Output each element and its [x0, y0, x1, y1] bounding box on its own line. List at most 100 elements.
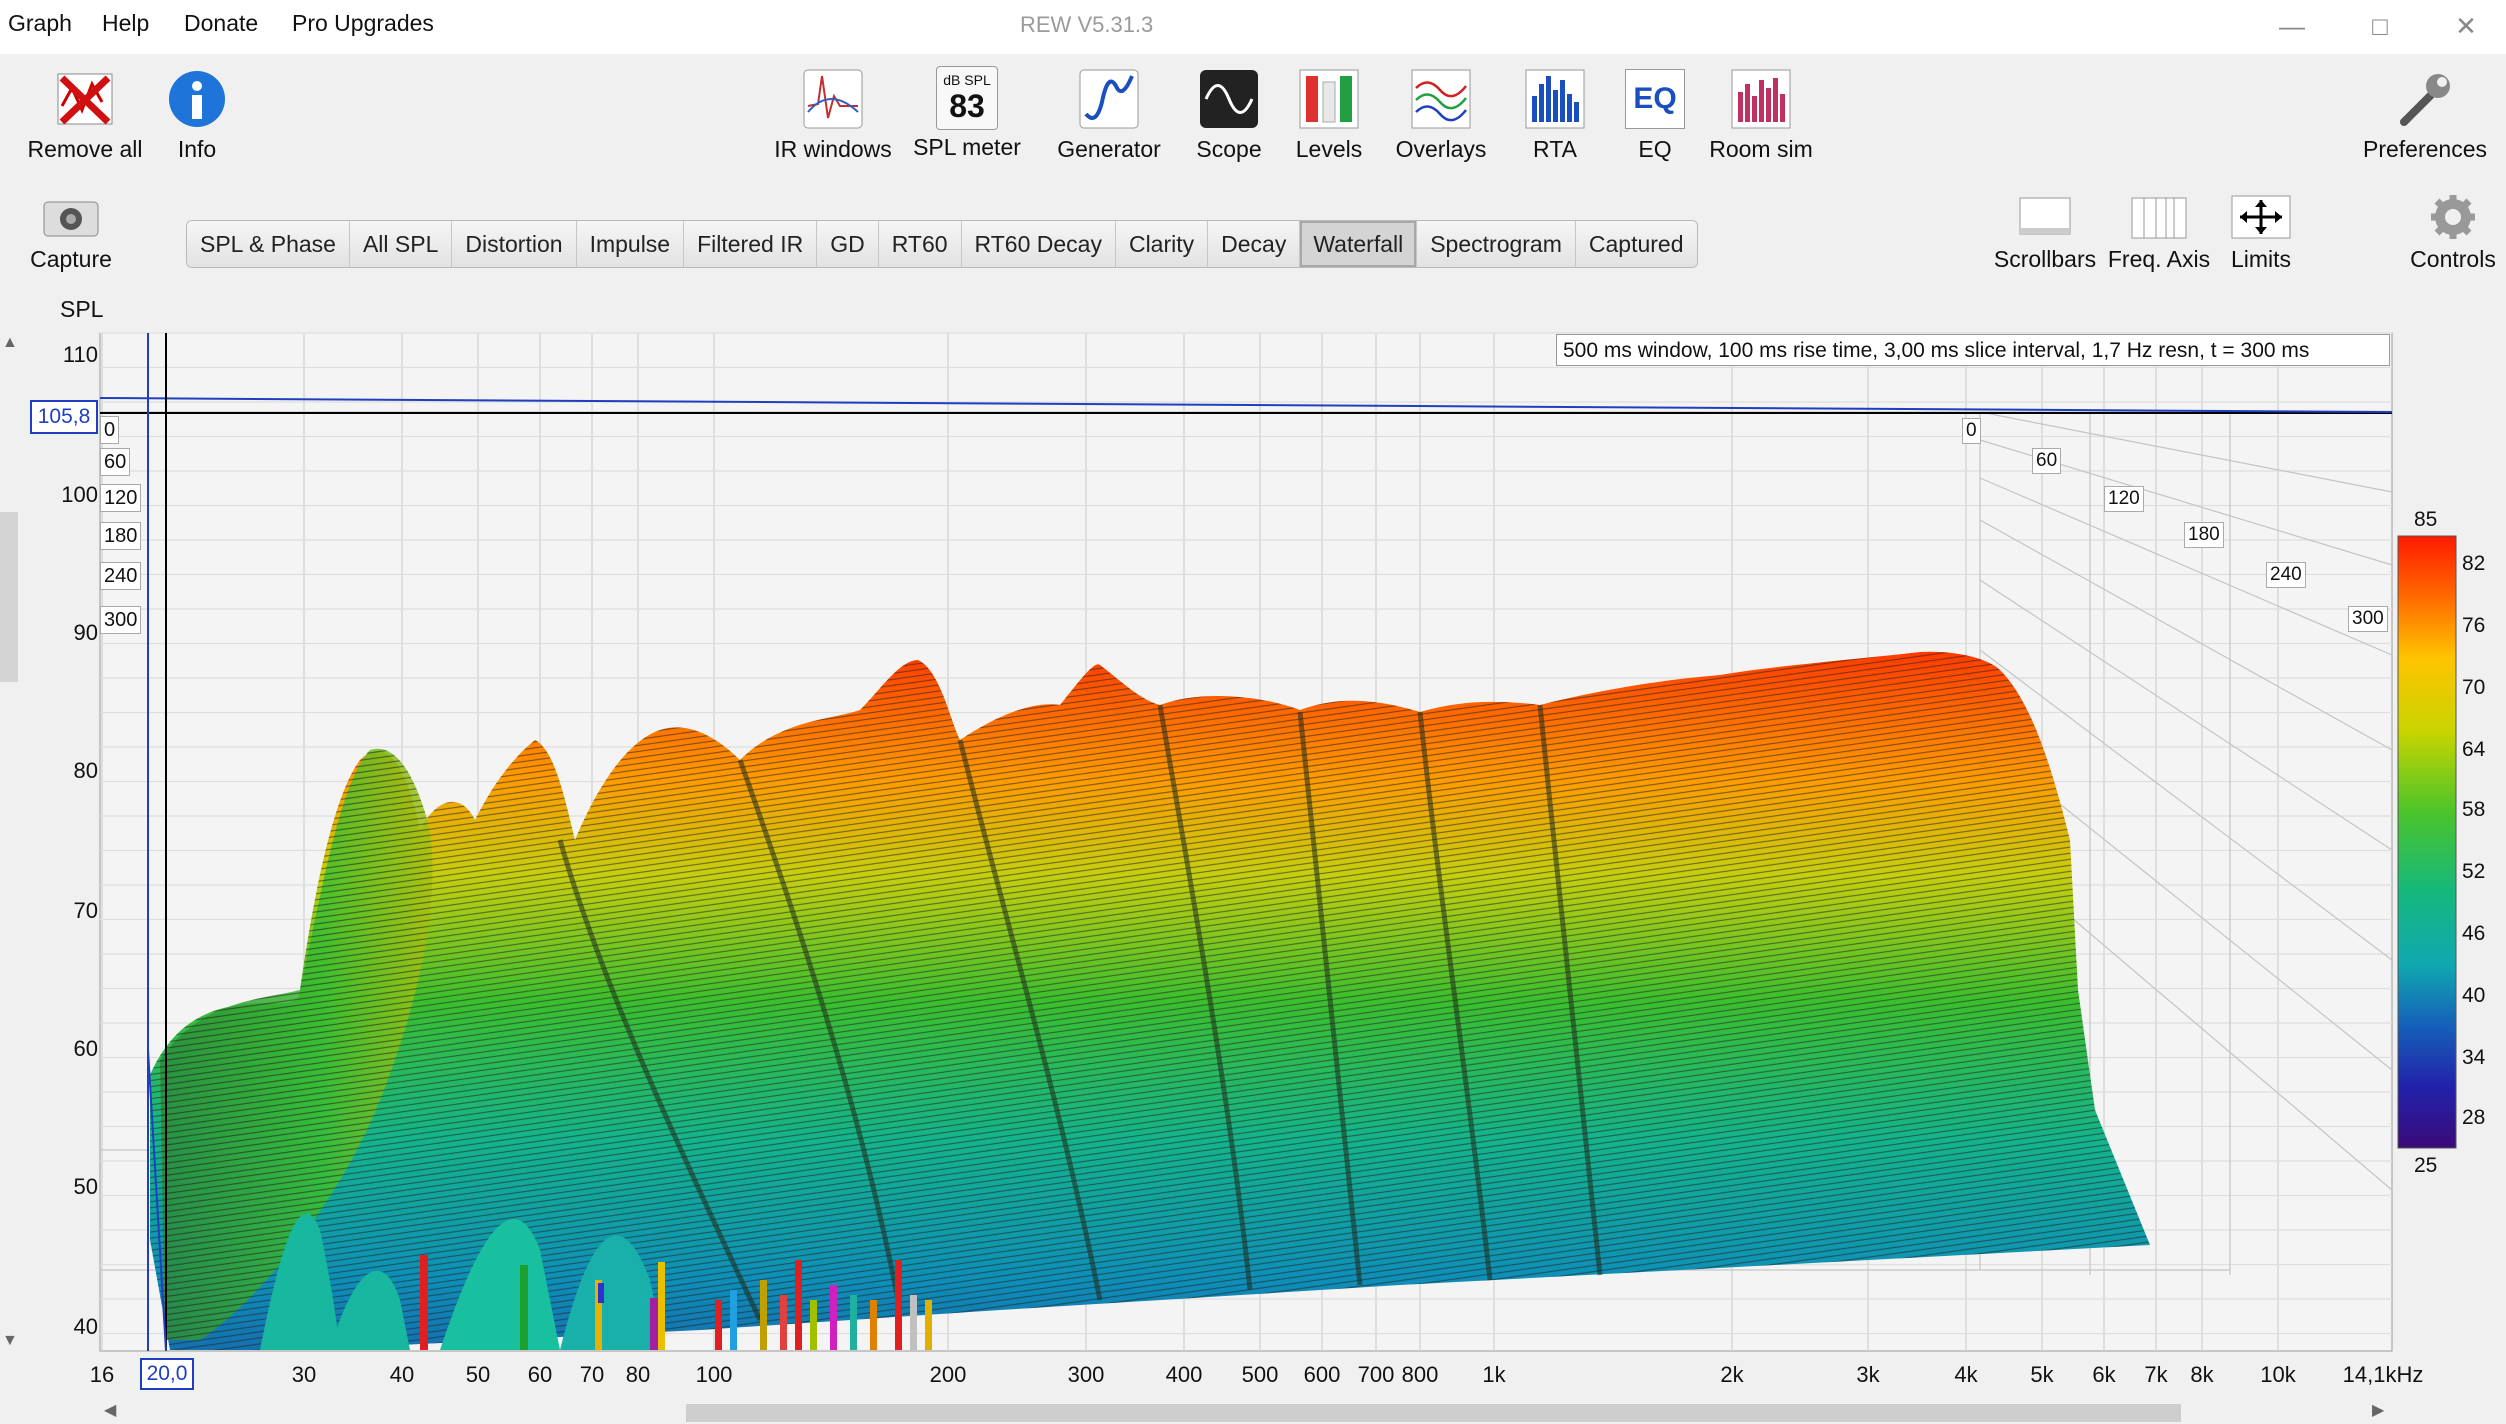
x-tick: 10k — [2260, 1362, 2296, 1387]
x-tick: 7k — [2144, 1362, 2168, 1387]
scroll-right-icon[interactable]: ▶ — [2372, 1400, 2384, 1420]
x-tick: 100 — [695, 1362, 733, 1387]
limits-arrows-icon — [2228, 192, 2294, 242]
x-tick: 500 — [1241, 1362, 1279, 1387]
x-tick: 200 — [929, 1362, 967, 1387]
time-label-right: 240 — [2266, 562, 2306, 588]
time-label-left: 60 — [100, 448, 131, 476]
tab-rt60-decay[interactable]: RT60 Decay — [961, 221, 1116, 267]
info-icon — [164, 66, 230, 132]
tab-captured[interactable]: Captured — [1575, 221, 1697, 267]
x-tick: 70 — [579, 1362, 605, 1387]
close-icon[interactable]: ✕ — [2436, 4, 2496, 48]
preferences-button[interactable]: Preferences — [2358, 66, 2492, 163]
scroll-left-icon[interactable]: ◀ — [104, 1400, 116, 1420]
tab-gd[interactable]: GD — [817, 221, 879, 267]
info-button[interactable]: Info — [132, 66, 262, 163]
overlays-label: Overlays — [1395, 136, 1487, 162]
controls-button[interactable]: Controls — [2388, 192, 2506, 273]
info-label: Info — [177, 136, 217, 162]
time-label-left: 300 — [100, 606, 142, 634]
scrollbars-icon — [2012, 192, 2078, 242]
tab-all-spl[interactable]: All SPL — [349, 221, 453, 267]
window-title: REW V5.31.3 — [1020, 12, 1154, 37]
ir-windows-icon — [800, 66, 866, 132]
ir-windows-label: IR windows — [774, 136, 892, 162]
overlays-button[interactable]: Overlays — [1376, 66, 1506, 163]
generator-label: Generator — [1057, 136, 1161, 162]
color-scale-label: 82 — [2462, 552, 2486, 575]
color-scale-label: 25 — [2414, 1154, 2438, 1177]
menu-help[interactable]: Help — [102, 10, 149, 37]
tab-spl-phase[interactable]: SPL & Phase — [187, 221, 350, 267]
spl-meter-button[interactable]: dB SPL 83 SPL meter — [902, 66, 1032, 161]
x-tick: 300 — [1067, 1362, 1105, 1387]
limits-button[interactable]: Limits — [2196, 192, 2326, 273]
x-tick: 50 — [465, 1362, 491, 1387]
menu-pro-upgrades[interactable]: Pro Upgrades — [292, 10, 434, 37]
x-tick: 1k — [1482, 1362, 1506, 1387]
x-tick: 4k — [1954, 1362, 1978, 1387]
title-menu-bar: Graph Help Donate Pro Upgrades REW V5.31… — [0, 0, 2506, 54]
tab-decay[interactable]: Decay — [1208, 221, 1301, 267]
minimize-icon[interactable]: — — [2262, 4, 2322, 48]
limits-label: Limits — [2230, 246, 2292, 272]
y-tick: 60 — [73, 1036, 98, 1061]
ir-windows-button[interactable]: IR windows — [768, 66, 898, 163]
tab-rt60[interactable]: RT60 — [878, 221, 962, 267]
remove-all-button[interactable]: Remove all — [20, 66, 150, 163]
levels-label: Levels — [1295, 136, 1363, 162]
eq-icon-text: EQ — [1625, 69, 1685, 129]
levels-button[interactable]: Levels — [1264, 66, 1394, 163]
color-scale-label: 70 — [2462, 676, 2486, 699]
color-scale-label: 58 — [2462, 798, 2486, 821]
horizontal-scrollbar-thumb[interactable] — [686, 1404, 2181, 1422]
tab-clarity[interactable]: Clarity — [1115, 221, 1209, 267]
scroll-down-icon[interactable]: ▼ — [2, 1332, 18, 1350]
scrollbars-button[interactable]: Scrollbars — [1980, 192, 2110, 273]
menu-donate[interactable]: Donate — [184, 10, 258, 37]
scroll-up-icon[interactable]: ▲ — [2, 334, 18, 352]
color-scale-label: 64 — [2462, 738, 2486, 761]
tab-filtered-ir[interactable]: Filtered IR — [684, 221, 818, 267]
levels-icon — [1296, 66, 1362, 132]
cursor-spl-readout[interactable]: 105,8 — [30, 400, 98, 434]
spl-meter-label: SPL meter — [913, 134, 1021, 160]
y-tick: 80 — [73, 758, 98, 783]
room-sim-button[interactable]: Room sim — [1696, 66, 1826, 163]
tab-distortion[interactable]: Distortion — [452, 221, 577, 267]
x-tick: 700 — [1357, 1362, 1395, 1387]
vertical-scrollbar-thumb[interactable] — [0, 512, 18, 682]
capture-button[interactable]: Capture — [6, 192, 136, 273]
x-tick: 2k — [1720, 1362, 1744, 1387]
remove-all-icon — [52, 66, 118, 132]
tab-waterfall[interactable]: Waterfall — [1300, 221, 1418, 267]
y-tick: 50 — [73, 1174, 98, 1199]
rta-label: RTA — [1533, 136, 1577, 162]
maximize-icon[interactable]: □ — [2350, 4, 2410, 48]
horizontal-scrollbar[interactable] — [96, 1398, 2396, 1424]
wrench-icon — [2392, 66, 2458, 132]
menu-graph[interactable]: Graph — [8, 10, 72, 37]
eq-icon: EQ — [1622, 66, 1688, 132]
cursor-frequency-readout[interactable]: 20,0 — [140, 1358, 194, 1390]
x-tick: 5k — [2030, 1362, 2054, 1387]
x-tick: 60 — [527, 1362, 553, 1387]
x-tick: 600 — [1303, 1362, 1341, 1387]
color-scale-label: 76 — [2462, 614, 2486, 637]
time-label-left: 120 — [100, 484, 142, 512]
eq-label: EQ — [1638, 136, 1672, 162]
time-label-right: 300 — [2348, 606, 2388, 632]
x-tick: 14,1kHz — [2342, 1362, 2424, 1387]
tab-impulse[interactable]: Impulse — [576, 221, 685, 267]
color-scale-label: 46 — [2462, 922, 2486, 945]
room-sim-icon — [1728, 66, 1794, 132]
spl-meter-unit: dB SPL — [943, 72, 991, 88]
tab-spectrogram[interactable]: Spectrogram — [1417, 221, 1576, 267]
generator-button[interactable]: Generator — [1044, 66, 1174, 163]
time-label-right: 120 — [2104, 486, 2144, 512]
room-sim-label: Room sim — [1709, 136, 1813, 162]
gear-icon — [2420, 192, 2486, 242]
controls-label: Controls — [2410, 246, 2496, 272]
y-tick: 90 — [73, 620, 98, 645]
